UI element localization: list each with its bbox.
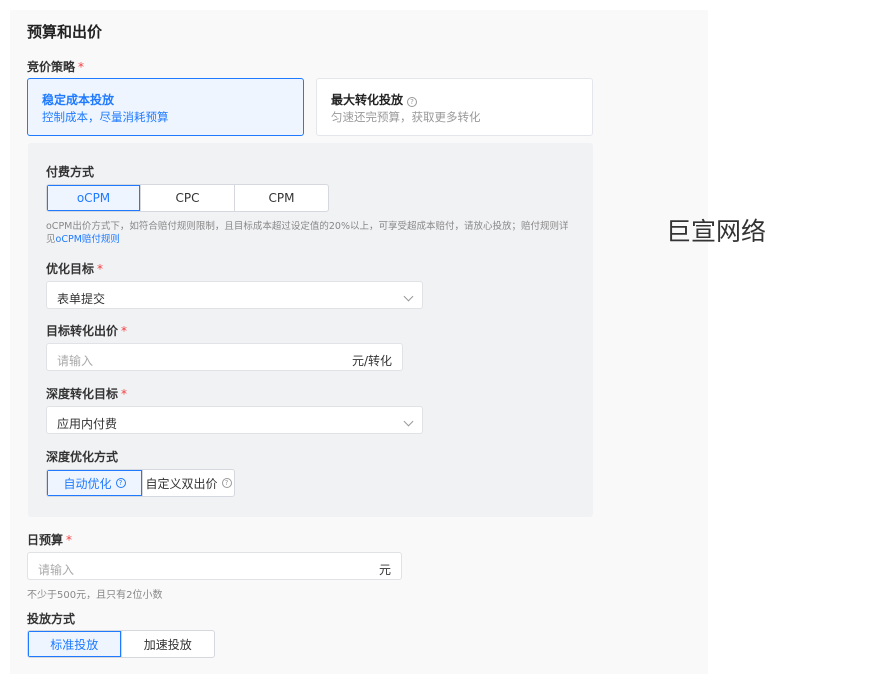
optimization-goal-label: 优化目标 * <box>46 262 104 276</box>
selected-value: 应用内付费 <box>57 417 118 431</box>
target-bid-label: 目标转化出价 * <box>46 324 128 338</box>
brand-text: 巨宣网络 <box>666 217 767 246</box>
unit-suffix: 元 <box>378 563 391 577</box>
placeholder: 请输入 <box>57 354 94 368</box>
deep-goal-select[interactable]: 应用内付费 <box>46 406 423 434</box>
unit-suffix: 元/转化 <box>351 354 392 368</box>
bid-strategy-label: 竞价策略 * <box>27 60 85 74</box>
question-circle-icon[interactable]: ? <box>115 478 126 488</box>
payment-segmented: oCPM CPC CPM <box>46 184 329 212</box>
option-subtitle: 匀速还完预算，获取更多转化 <box>331 110 481 124</box>
payment-option-cpm[interactable]: CPM <box>234 185 328 211</box>
deep-method-option-custom-dual[interactable]: 自定义双出价? <box>142 470 234 496</box>
target-bid-input[interactable]: 请输入 元/转化 <box>46 343 403 371</box>
question-circle-icon[interactable]: ? <box>407 97 418 107</box>
payment-label: 付费方式 <box>46 165 95 179</box>
deep-method-segmented: 自动优化? 自定义双出价? <box>46 469 235 497</box>
delivery-option-standard[interactable]: 标准投放 <box>28 631 121 657</box>
option-subtitle: 控制成本，尽量消耗预算 <box>42 110 169 124</box>
payment-option-ocpm[interactable]: oCPM <box>47 185 140 211</box>
ocpm-compensation-rules-link[interactable]: oCPM赔付规则 <box>56 234 120 245</box>
daily-budget-hint: 不少于500元，且只有2位小数 <box>27 590 163 601</box>
payment-hint: oCPM出价方式下，如符合赔付规则限制，且目标成本超过设定值的20%以上，可享受… <box>46 221 569 245</box>
option-title-wrap: 最大转化投放? <box>331 91 418 108</box>
chevron-down-icon <box>403 416 414 427</box>
delivery-label: 投放方式 <box>27 612 76 626</box>
delivery-option-accelerated[interactable]: 加速投放 <box>120 631 215 657</box>
section-title: 预算和出价 <box>27 23 103 41</box>
placeholder: 请输入 <box>38 563 75 577</box>
delivery-segmented: 标准投放 加速投放 <box>27 630 215 658</box>
daily-budget-input[interactable]: 请输入 元 <box>27 552 402 580</box>
question-circle-icon[interactable]: ? <box>221 478 232 488</box>
deep-method-option-auto[interactable]: 自动优化? <box>47 470 142 496</box>
optimization-goal-select[interactable]: 表单提交 <box>46 281 423 309</box>
payment-option-cpc[interactable]: CPC <box>140 185 234 211</box>
bid-strategy-option-stable-cost[interactable]: 稳定成本投放 控制成本，尽量消耗预算 <box>27 78 304 136</box>
chevron-down-icon <box>403 291 414 302</box>
option-title: 稳定成本投放 <box>42 93 115 107</box>
deep-goal-label: 深度转化目标 * <box>46 387 128 401</box>
daily-budget-label: 日预算 * <box>27 533 73 547</box>
selected-value: 表单提交 <box>57 292 106 306</box>
deep-method-label: 深度优化方式 <box>46 450 119 464</box>
bid-strategy-option-max-conversion[interactable]: 最大转化投放? 匀速还完预算，获取更多转化 <box>316 78 593 136</box>
